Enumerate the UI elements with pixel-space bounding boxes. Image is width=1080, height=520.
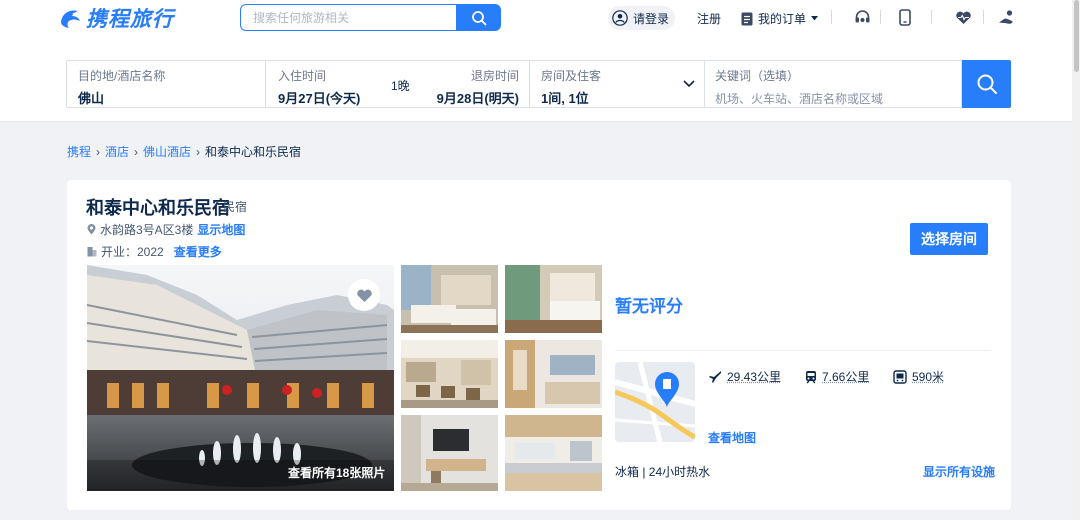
room-image — [401, 415, 498, 491]
orders-icon — [741, 12, 753, 25]
hotel-opened-line: 开业：2022 查看更多 — [87, 243, 222, 260]
show-all-facilities-link[interactable]: 显示所有设施 — [923, 463, 995, 480]
mobile-app-button[interactable] — [896, 8, 914, 26]
hand-help-icon — [998, 10, 1013, 24]
location-pin-icon — [87, 224, 96, 235]
date-range-field[interactable]: 入住时间 9月27日(今天) 1晚 退房时间 9月28日(明天) — [265, 60, 530, 108]
user-avatar-icon — [612, 10, 628, 26]
caret-down-icon — [811, 16, 819, 21]
keyword-label: 关键词（选填） — [715, 69, 800, 83]
train-distance: 7.66公里 — [805, 368, 869, 385]
select-room-button[interactable]: 选择房间 — [910, 223, 988, 255]
breadcrumb-current: 和泰中心和乐民宿 — [205, 145, 302, 159]
login-button[interactable]: 请登录 — [608, 6, 676, 30]
room-photo-1[interactable] — [401, 265, 498, 333]
opened-year: 开业：2022 — [101, 245, 164, 259]
see-more-link[interactable]: 查看更多 — [174, 243, 222, 260]
facility-summary: 冰箱 | 24小时热水 — [615, 465, 711, 479]
nav-divider — [880, 10, 881, 24]
destination-label: 目的地/酒店名称 — [78, 69, 166, 83]
dolphin-logo-icon — [61, 10, 80, 29]
nav-divider — [931, 10, 932, 24]
show-map-link[interactable]: 显示地图 — [197, 221, 245, 238]
review-score: 暂无评分 — [615, 297, 683, 317]
site-search-input[interactable] — [240, 4, 456, 31]
building-icon — [87, 247, 97, 257]
metro-icon — [893, 369, 907, 384]
customer-service-button[interactable] — [853, 8, 871, 26]
kitchen-image — [505, 415, 602, 491]
nav-divider — [983, 10, 984, 24]
room-photo-3[interactable] — [401, 415, 498, 491]
hotel-type-tag: 民宿 — [223, 200, 248, 214]
nav-divider — [831, 10, 832, 24]
divider — [615, 350, 991, 351]
map-thumbnail[interactable] — [615, 362, 695, 442]
heart-icon — [356, 289, 372, 302]
train-distance-value: 7.66公里 — [822, 370, 870, 384]
chevron-right-icon: › — [134, 144, 139, 159]
destination-value: 佛山 — [78, 91, 105, 106]
kitchen-image — [505, 340, 602, 408]
view-map-link[interactable]: 查看地图 — [708, 429, 756, 446]
mobile-phone-icon — [899, 8, 911, 26]
lobby-photo[interactable] — [401, 340, 498, 408]
search-icon — [471, 10, 486, 25]
checkout-label: 退房时间 — [470, 69, 519, 83]
airport-distance: 29.43公里 — [708, 368, 781, 385]
keyword-field[interactable]: 关键词（选填） 机场、火车站、酒店名称或区域 — [704, 60, 962, 108]
help-button[interactable] — [997, 8, 1015, 26]
login-label: 请登录 — [633, 11, 670, 26]
hotel-address-line: 水韵路3号A区3楼 显示地图 — [87, 221, 245, 238]
all-photos-link[interactable]: 查看所有18张照片 — [288, 464, 385, 481]
checkin-value: 9月27日(今天) — [278, 91, 361, 106]
airport-distance-value: 29.43公里 — [727, 370, 782, 384]
page-scrollbar-track[interactable] — [1072, 0, 1080, 520]
chevron-right-icon: › — [96, 144, 101, 159]
heart-pulse-icon — [955, 11, 971, 24]
hotel-search-button[interactable] — [962, 60, 1011, 108]
room-image — [505, 265, 602, 333]
breadcrumb-hotels[interactable]: 酒店 — [105, 143, 129, 160]
kitchen-photo-2[interactable] — [505, 415, 602, 491]
rooms-label: 房间及住客 — [541, 69, 602, 83]
kitchen-photo-1[interactable] — [505, 340, 602, 408]
rooms-guests-field[interactable]: 房间及住客 1间, 1位 — [529, 60, 705, 108]
page-scrollbar-thumb[interactable] — [1074, 0, 1079, 72]
my-orders-label: 我的订单 — [758, 12, 807, 26]
lobby-image — [401, 340, 498, 408]
breadcrumb: 携程 › 酒店 › 佛山酒店 › 和泰中心和乐民宿 — [67, 143, 301, 160]
breadcrumb-ctrip[interactable]: 携程 — [67, 143, 91, 160]
map-image — [615, 362, 695, 442]
keyword-placeholder: 机场、火车站、酒店名称或区域 — [715, 92, 884, 106]
site-search-button[interactable] — [456, 4, 501, 31]
favorites-button[interactable] — [954, 8, 972, 26]
brand-name: 携程旅行 — [86, 7, 174, 31]
room-image — [401, 265, 498, 333]
my-orders-menu[interactable]: 我的订单 — [741, 10, 819, 27]
hotel-address: 水韵路3号A区3楼 — [100, 223, 194, 237]
nights-count: 1晚 — [391, 79, 410, 93]
airplane-icon — [709, 370, 721, 383]
rooms-value: 1间, 1位 — [541, 91, 589, 106]
train-icon — [806, 370, 816, 383]
room-photo-2[interactable] — [505, 265, 602, 333]
checkin-label: 入住时间 — [278, 69, 327, 83]
checkout-value: 9月28日(明天) — [436, 91, 519, 106]
search-icon — [977, 74, 997, 94]
destination-field[interactable]: 目的地/酒店名称 佛山 — [66, 60, 266, 108]
register-link[interactable]: 注册 — [697, 10, 721, 27]
breadcrumb-city-hotels[interactable]: 佛山酒店 — [143, 143, 191, 160]
chevron-right-icon: › — [196, 144, 201, 159]
headset-icon — [855, 9, 869, 22]
hotel-name: 和泰中心和乐民宿 — [86, 198, 230, 219]
favorite-button[interactable] — [348, 279, 380, 311]
metro-distance: 590米 — [893, 368, 944, 385]
metro-distance-value: 590米 — [912, 370, 945, 384]
chevron-down-icon — [683, 80, 695, 88]
ctrip-logo[interactable]: 携程旅行 — [58, 4, 174, 32]
